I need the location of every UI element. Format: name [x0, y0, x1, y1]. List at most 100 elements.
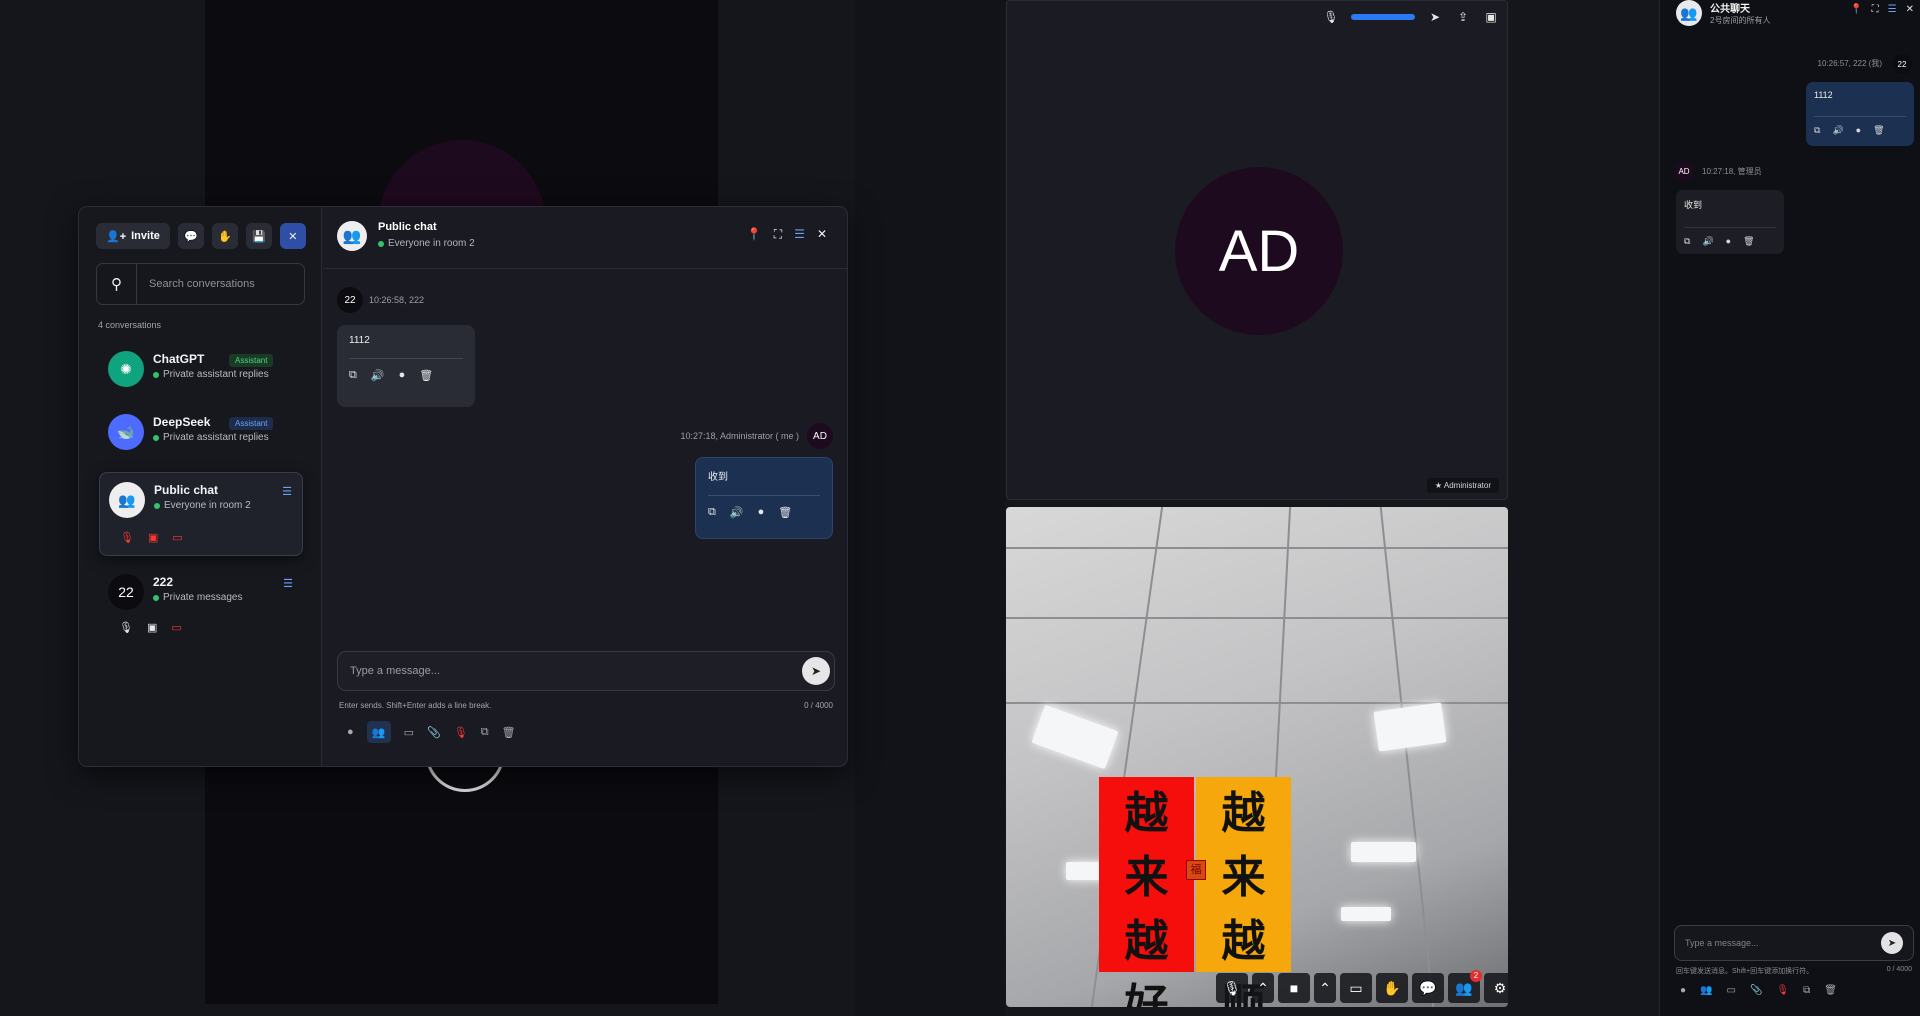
conversation-item-public-chat[interactable]: 👥 Public chat ☰ Everyone in room 2 🎙 ▣ ▭	[99, 472, 303, 556]
video-off-icon[interactable]: ▣	[148, 531, 158, 544]
expand-icon[interactable]: ⛶	[1872, 4, 1879, 15]
close-icon[interactable]: ✕	[817, 227, 827, 242]
camera-options-button[interactable]: ⌃	[1314, 973, 1336, 1003]
conversation-item-chatgpt[interactable]: ✺ ChatGPT Assistant Private assistant re…	[99, 342, 303, 402]
people-icon[interactable]: 👥	[1700, 985, 1712, 996]
pin-icon[interactable]: 📍	[1850, 4, 1862, 15]
close-icon: ✕	[288, 230, 298, 243]
mic-icon[interactable]: 🎙	[1323, 9, 1339, 25]
close-button[interactable]: ✕	[279, 223, 306, 249]
save-button[interactable]: 💾	[245, 223, 272, 249]
screen-share-button[interactable]: ▭	[1340, 973, 1372, 1003]
message-input[interactable]	[350, 665, 802, 677]
speaker-icon[interactable]: 🔊	[1702, 236, 1713, 247]
screen-share-icon[interactable]: ▭	[171, 621, 181, 634]
emoji-icon[interactable]: ●	[758, 506, 765, 519]
settings-button[interactable]: ⚙	[1484, 973, 1508, 1003]
side-chat-subtitle: 2号房间的所有人	[1710, 16, 1771, 25]
video-tile-administrator[interactable]: 🎙 ➤ ⇪ ▣ AD ★ Administrator	[1006, 0, 1508, 500]
divider	[1814, 116, 1906, 117]
participants-count-badge: 2	[1470, 970, 1482, 982]
trash-icon[interactable]: 🗑	[778, 506, 792, 519]
hand-icon: ✋	[1383, 979, 1401, 996]
trash-icon[interactable]: 🗑	[502, 726, 516, 739]
copy-icon[interactable]: ⧉	[1803, 985, 1810, 996]
mic-icon[interactable]: 🎙	[119, 621, 133, 634]
menu-icon[interactable]: ☰	[1888, 4, 1897, 15]
video-tile-local-camera[interactable]: 越 来 越 好 越 来 越 顺 福 🎙 ⌃ ■ ⌃ ▭ ✋ 💬 👥2 ⚙ ⌃ ✆	[1006, 507, 1508, 1007]
menu-icon[interactable]: ☰	[283, 577, 293, 590]
emoji-icon[interactable]: ●	[347, 726, 354, 738]
close-icon[interactable]: ✕	[1906, 4, 1914, 15]
message-composer: ➤	[337, 651, 835, 691]
speaker-icon[interactable]: 🔊	[730, 506, 744, 519]
side-chat-header-actions: 📍 ⛶ ☰ ✕	[1850, 4, 1914, 15]
attach-icon[interactable]: 📎	[1750, 985, 1762, 996]
banner-char: 越	[1124, 916, 1169, 967]
keyboard-icon[interactable]: ▭	[1727, 985, 1736, 996]
raise-hand-button[interactable]: ✋	[1376, 973, 1408, 1003]
mic-options-button[interactable]: ⌃	[1252, 973, 1274, 1003]
send-icon: ➤	[810, 664, 822, 678]
trash-icon[interactable]: 🗑	[1873, 125, 1884, 136]
copy-icon[interactable]: ⧉	[708, 506, 716, 519]
banner-char: 来	[1221, 852, 1266, 903]
menu-icon[interactable]: ☰	[282, 485, 292, 498]
copy-icon[interactable]: ⧉	[1814, 125, 1820, 136]
keyboard-icon[interactable]: ▭	[404, 726, 414, 739]
chat-window: 👤+ Invite 💬 ✋ 💾 ✕ ⚲ 4 conversations ✺ Ch…	[78, 206, 848, 767]
message-bubble-outgoing: 收到 ⧉ 🔊 ● 🗑	[695, 457, 833, 539]
conversation-name: ChatGPT	[153, 352, 205, 366]
emoji-icon[interactable]: ●	[1856, 125, 1861, 136]
emoji-icon[interactable]: ●	[399, 369, 406, 382]
side-chat-header: 👥 公共聊天 2号房间的所有人	[1676, 0, 1770, 26]
conversation-sidebar: 👤+ Invite 💬 ✋ 💾 ✕ ⚲ 4 conversations ✺ Ch…	[79, 207, 322, 766]
group-avatar-icon: 👥	[109, 482, 145, 518]
copy-icon[interactable]: ⧉	[1684, 236, 1690, 247]
side-chat-message-input[interactable]: Type a message... ➤	[1674, 925, 1914, 961]
send-button[interactable]: ➤	[1881, 932, 1903, 954]
chevron-up-icon: ⌃	[1319, 979, 1331, 996]
people-icon[interactable]: 👥	[366, 721, 391, 743]
upload-icon[interactable]: ⇪	[1455, 9, 1471, 25]
chat-button[interactable]: 💬	[1412, 973, 1444, 1003]
copy-icon[interactable]: ⧉	[349, 369, 357, 382]
volume-slider[interactable]	[1351, 14, 1415, 20]
speaker-icon[interactable]: 🔊	[1832, 125, 1843, 136]
screen-share-icon[interactable]: ▭	[172, 531, 182, 544]
screen-share-icon: ▭	[1349, 979, 1363, 996]
video-icon[interactable]: ▣	[1483, 9, 1499, 25]
mic-off-icon[interactable]: 🎙	[120, 531, 134, 544]
expand-icon[interactable]: ⛶	[774, 227, 782, 242]
participants-button[interactable]: 👥 2	[1448, 970, 1482, 1003]
chat-toggle-button[interactable]: 💬	[177, 223, 204, 249]
mic-button[interactable]: 🎙	[1216, 973, 1248, 1003]
trash-icon[interactable]: 🗑	[1824, 985, 1837, 996]
message-text: 1112	[1814, 90, 1833, 100]
mic-off-icon[interactable]: 🎙	[454, 726, 468, 739]
speaker-icon[interactable]: 🔊	[371, 369, 385, 382]
video-icon[interactable]: ▣	[147, 621, 157, 634]
chatgpt-logo-icon: ✺	[108, 351, 144, 387]
raise-hand-button[interactable]: ✋	[211, 223, 238, 249]
copy-icon[interactable]: ⧉	[481, 726, 489, 739]
trash-icon[interactable]: 🗑	[419, 369, 433, 382]
conversation-item-deepseek[interactable]: 🐋 DeepSeek Assistant Private assistant r…	[99, 405, 303, 465]
chat-icon: 💬	[1419, 979, 1437, 996]
chat-subtitle: Everyone in room 2	[378, 238, 475, 249]
trash-icon[interactable]: 🗑	[1743, 236, 1754, 247]
emoji-icon[interactable]: ●	[1680, 985, 1686, 996]
send-button[interactable]: ➤	[802, 657, 830, 685]
attach-icon[interactable]: 📎	[427, 726, 441, 739]
message-actions: ⧉ 🔊 ● 🗑	[708, 506, 820, 519]
invite-button[interactable]: 👤+ Invite	[96, 223, 170, 249]
message-actions: ⧉ 🔊 ● 🗑	[349, 369, 463, 382]
camera-button[interactable]: ■	[1278, 973, 1310, 1003]
menu-icon[interactable]: ☰	[794, 227, 805, 242]
pin-icon[interactable]: 📍	[747, 227, 762, 242]
mic-off-icon[interactable]: 🎙	[1776, 985, 1789, 996]
search-input[interactable]	[137, 264, 304, 304]
emoji-icon[interactable]: ●	[1726, 236, 1731, 247]
send-icon[interactable]: ➤	[1427, 9, 1443, 25]
conversation-item-222[interactable]: 22 222 ☰ Private messages 🎙 ▣ ▭	[99, 565, 303, 634]
